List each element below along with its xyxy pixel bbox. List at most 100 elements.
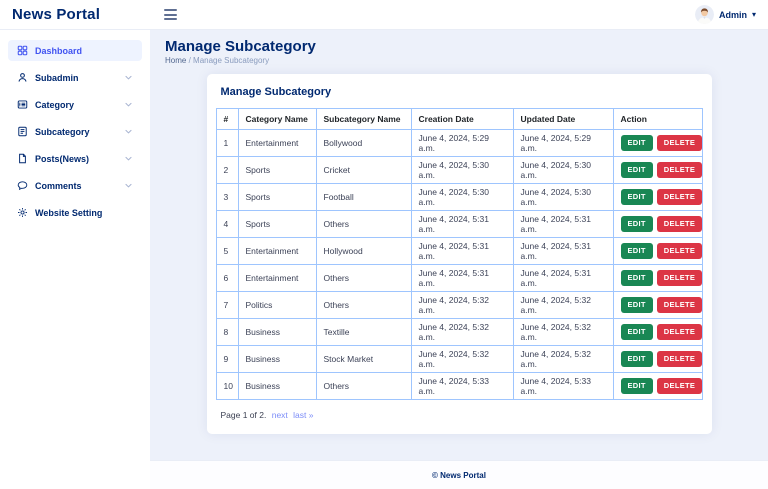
row-number: 8 xyxy=(215,318,239,346)
footer: © News Portal xyxy=(150,460,768,489)
chevron-down-icon xyxy=(124,73,133,82)
delete-button[interactable]: DELETE xyxy=(656,189,703,205)
edit-button[interactable]: EDIT xyxy=(620,351,653,367)
edit-button[interactable]: EDIT xyxy=(620,270,653,286)
delete-button[interactable]: DELETE xyxy=(656,162,703,178)
delete-button[interactable]: DELETE xyxy=(656,270,703,286)
card-title: Manage Subcategory xyxy=(220,86,332,98)
row-updated-date: June 4, 2024, 5:32 a.m. xyxy=(512,318,614,346)
journal-icon xyxy=(17,126,28,137)
edit-button[interactable]: EDIT xyxy=(620,324,653,340)
sidebar-item-comments[interactable]: Comments xyxy=(8,175,142,196)
delete-button[interactable]: DELETE xyxy=(656,351,703,367)
edit-button[interactable]: EDIT xyxy=(620,297,653,313)
row-creation-date: June 4, 2024, 5:32 a.m. xyxy=(410,318,514,346)
chevron-down-icon xyxy=(124,181,133,190)
row-category-name: Business xyxy=(237,318,317,346)
edit-button[interactable]: EDIT xyxy=(620,243,653,259)
hamburger-menu-icon[interactable] xyxy=(161,6,180,23)
row-creation-date: June 4, 2024, 5:31 a.m. xyxy=(410,210,514,238)
delete-button[interactable]: DELETE xyxy=(656,378,703,394)
row-category-name: Sports xyxy=(237,210,317,238)
row-number: 3 xyxy=(215,183,239,211)
sidebar-item-website-setting[interactable]: Website Setting xyxy=(8,202,142,223)
edit-button[interactable]: EDIT xyxy=(620,135,653,151)
table-row: 8 Business Textille June 4, 2024, 5:32 a… xyxy=(215,318,703,346)
row-creation-date: June 4, 2024, 5:29 a.m. xyxy=(410,129,514,157)
row-actions: EDIT DELETE xyxy=(612,156,703,184)
breadcrumb-separator: / xyxy=(188,56,191,65)
sidebar-item-dashboard[interactable]: Dashboard xyxy=(8,40,142,61)
file-icon xyxy=(17,153,28,164)
row-category-name: Entertainment xyxy=(237,129,317,157)
row-subcategory-name: Others xyxy=(315,210,412,238)
sidebar-nav: Dashboard Subadmin Category Subcategory … xyxy=(0,30,150,489)
pagination-last-link[interactable]: last » xyxy=(293,410,313,420)
table-body: 1 Entertainment Bollywood June 4, 2024, … xyxy=(215,129,703,400)
row-actions: EDIT DELETE xyxy=(612,264,703,292)
delete-button[interactable]: DELETE xyxy=(656,216,703,232)
pagination-status: Page 1 of 2. xyxy=(220,410,267,420)
row-number: 1 xyxy=(215,129,239,157)
row-category-name: Politics xyxy=(237,291,317,319)
edit-button[interactable]: EDIT xyxy=(620,162,653,178)
row-actions: EDIT DELETE xyxy=(612,291,703,319)
row-updated-date: June 4, 2024, 5:33 a.m. xyxy=(512,372,614,400)
row-updated-date: June 4, 2024, 5:32 a.m. xyxy=(512,291,614,319)
caret-down-icon: ▾ xyxy=(751,9,756,19)
table-row: 6 Entertainment Others June 4, 2024, 5:3… xyxy=(215,264,703,292)
table-row: 5 Entertainment Hollywood June 4, 2024, … xyxy=(215,237,703,265)
pagination: Page 1 of 2. next last » xyxy=(221,410,698,420)
table-row: 2 Sports Cricket June 4, 2024, 5:30 a.m.… xyxy=(215,156,703,184)
manage-subcategory-card: Manage Subcategory # Category Name Subca… xyxy=(206,74,712,434)
table-row: 3 Sports Football June 4, 2024, 5:30 a.m… xyxy=(215,183,703,211)
row-category-name: Entertainment xyxy=(237,264,317,292)
row-subcategory-name: Hollywood xyxy=(315,237,412,265)
sidebar-item-posts-news[interactable]: Posts(News) xyxy=(8,148,142,169)
table-row: 1 Entertainment Bollywood June 4, 2024, … xyxy=(215,129,703,157)
edit-button[interactable]: EDIT xyxy=(620,378,653,394)
brand-logo[interactable]: News Portal xyxy=(12,6,152,23)
row-category-name: Business xyxy=(237,345,317,373)
delete-button[interactable]: DELETE xyxy=(656,297,703,313)
row-creation-date: June 4, 2024, 5:32 a.m. xyxy=(410,291,514,319)
breadcrumb-home-link[interactable]: Home xyxy=(165,56,186,65)
row-actions: EDIT DELETE xyxy=(612,345,703,373)
breadcrumb-current: Manage Subcategory xyxy=(193,56,270,65)
row-subcategory-name: Stock Market xyxy=(315,345,412,373)
row-category-name: Sports xyxy=(237,156,317,184)
admin-name: Admin xyxy=(718,9,747,20)
main-content: Manage Subcategory Home / Manage Subcate… xyxy=(150,30,768,460)
row-subcategory-name: Bollywood xyxy=(315,129,412,157)
row-category-name: Entertainment xyxy=(237,237,317,265)
col-header-action: Action xyxy=(612,108,703,130)
delete-button[interactable]: DELETE xyxy=(656,324,703,340)
edit-button[interactable]: EDIT xyxy=(620,189,653,205)
avatar xyxy=(694,5,714,24)
row-creation-date: June 4, 2024, 5:30 a.m. xyxy=(410,183,514,211)
sidebar-item-subadmin[interactable]: Subadmin xyxy=(8,67,142,88)
row-actions: EDIT DELETE xyxy=(612,318,703,346)
sidebar-item-subcategory[interactable]: Subcategory xyxy=(8,121,142,142)
edit-button[interactable]: EDIT xyxy=(620,216,653,232)
admin-dropdown[interactable]: Admin ▾ xyxy=(694,5,756,24)
row-actions: EDIT DELETE xyxy=(612,210,703,238)
row-category-name: Sports xyxy=(237,183,317,211)
delete-button[interactable]: DELETE xyxy=(656,135,703,151)
grid-icon xyxy=(17,45,28,56)
sidebar-item-category[interactable]: Category xyxy=(8,94,142,115)
delete-button[interactable]: DELETE xyxy=(656,243,703,259)
row-number: 4 xyxy=(215,210,239,238)
person-icon xyxy=(17,72,28,83)
row-creation-date: June 4, 2024, 5:31 a.m. xyxy=(410,237,514,265)
col-header-category: Category Name xyxy=(237,108,317,130)
row-category-name: Business xyxy=(237,372,317,400)
pagination-next-link[interactable]: next xyxy=(272,410,288,420)
row-updated-date: June 4, 2024, 5:30 a.m. xyxy=(512,156,614,184)
chat-icon xyxy=(17,180,28,191)
row-actions: EDIT DELETE xyxy=(612,129,703,157)
breadcrumb: Home / Manage Subcategory xyxy=(165,56,768,65)
table-row: 4 Sports Others June 4, 2024, 5:31 a.m. … xyxy=(215,210,703,238)
footer-copyright: © News Portal xyxy=(432,470,486,480)
row-creation-date: June 4, 2024, 5:30 a.m. xyxy=(410,156,514,184)
